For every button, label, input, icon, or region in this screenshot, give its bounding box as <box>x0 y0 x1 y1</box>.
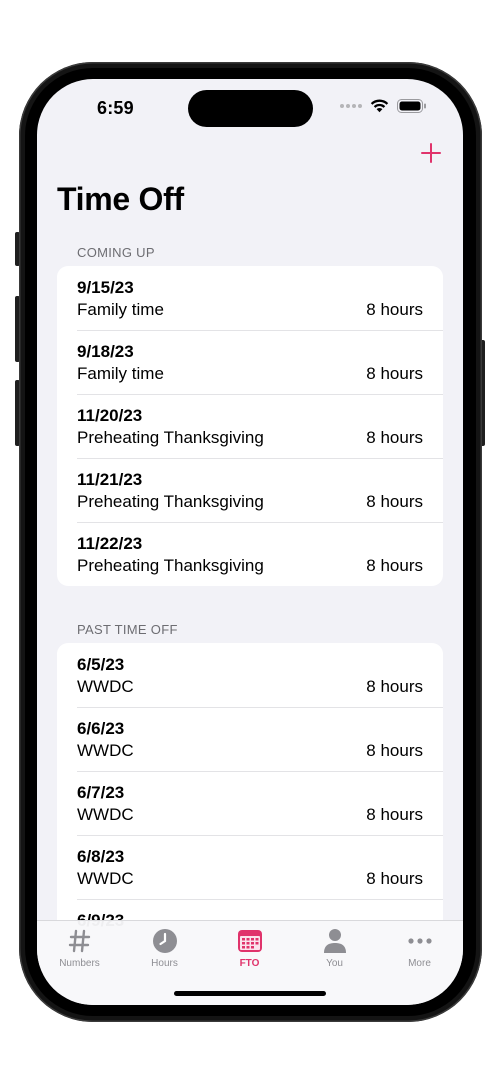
item-date: 11/20/23 <box>77 406 143 425</box>
list-item[interactable]: 11/20/23 Preheating Thanksgiving 8 hours <box>57 394 443 458</box>
item-date: 6/8/23 <box>77 847 125 866</box>
item-hours: 8 hours <box>366 805 423 824</box>
item-description: WWDC <box>77 805 134 824</box>
item-date: 6/7/23 <box>77 783 125 802</box>
item-description: Family time <box>77 300 164 319</box>
calendar-icon <box>237 930 262 952</box>
home-indicator <box>174 991 326 996</box>
item-date: 6/6/23 <box>77 719 125 738</box>
item-description: Preheating Thanksgiving <box>77 428 264 447</box>
dynamic-island <box>188 90 313 127</box>
list-item[interactable]: 6/7/23 WWDC 8 hours <box>57 771 443 835</box>
hash-icon <box>68 929 90 953</box>
battery-icon <box>397 99 426 113</box>
item-date: 11/21/23 <box>77 470 143 489</box>
item-hours: 8 hours <box>366 300 423 319</box>
list-item[interactable]: 6/8/23 WWDC 8 hours <box>57 835 443 899</box>
item-description: WWDC <box>77 741 134 760</box>
section-header-past-time-off: PAST TIME OFF <box>77 622 178 637</box>
tab-numbers[interactable]: Numbers <box>37 927 122 969</box>
tab-label: More <box>408 958 431 969</box>
past-time-off-list: 6/5/23 WWDC 8 hours 6/6/23 WWDC 8 hours … <box>57 643 443 943</box>
list-item[interactable]: 6/6/23 WWDC 8 hours <box>57 707 443 771</box>
plus-icon <box>421 143 441 163</box>
page-title: Time Off <box>57 181 184 217</box>
item-date: 11/22/23 <box>77 534 143 553</box>
list-item[interactable]: 9/18/23 Family time 8 hours <box>57 330 443 394</box>
clock-icon <box>152 929 177 953</box>
tab-more[interactable]: More <box>377 927 462 969</box>
status-icons <box>340 99 427 113</box>
item-hours: 8 hours <box>366 869 423 888</box>
tab-label: Numbers <box>59 958 100 969</box>
list-item[interactable]: 9/15/23 Family time 8 hours <box>57 266 443 330</box>
tab-label: Hours <box>151 958 178 969</box>
tab-bar: Numbers Hours FTO You More <box>37 920 463 1005</box>
item-description: WWDC <box>77 677 134 696</box>
item-hours: 8 hours <box>366 741 423 760</box>
item-description: WWDC <box>77 869 134 888</box>
item-hours: 8 hours <box>366 677 423 696</box>
item-description: Preheating Thanksgiving <box>77 556 264 575</box>
tab-label: You <box>326 958 343 969</box>
item-date: 9/18/23 <box>77 342 134 361</box>
item-hours: 8 hours <box>366 492 423 511</box>
status-time: 6:59 <box>97 98 134 118</box>
item-description: Family time <box>77 364 164 383</box>
wifi-icon <box>370 99 389 113</box>
phone-screen: 6:59 Time Off COMING UP 9/15/23 Family t… <box>37 79 463 1005</box>
item-hours: 8 hours <box>366 428 423 447</box>
coming-up-list: 9/15/23 Family time 8 hours 9/18/23 Fami… <box>57 266 443 586</box>
item-date: 6/5/23 <box>77 655 125 674</box>
item-date: 9/15/23 <box>77 278 134 297</box>
item-hours: 8 hours <box>366 364 423 383</box>
item-hours: 8 hours <box>366 556 423 575</box>
add-time-off-button[interactable] <box>419 141 443 165</box>
person-icon <box>323 929 346 953</box>
tab-fto[interactable]: FTO <box>207 927 292 969</box>
cellular-icon <box>340 104 362 108</box>
list-item[interactable]: 11/21/23 Preheating Thanksgiving 8 hours <box>57 458 443 522</box>
section-header-coming-up: COMING UP <box>77 245 155 260</box>
tab-hours[interactable]: Hours <box>122 927 207 969</box>
tab-you[interactable]: You <box>292 927 377 969</box>
tab-label: FTO <box>239 958 260 969</box>
ellipsis-icon <box>407 938 432 944</box>
list-item[interactable]: 6/5/23 WWDC 8 hours <box>57 643 443 707</box>
list-item[interactable]: 11/22/23 Preheating Thanksgiving 8 hours <box>57 522 443 586</box>
item-description: Preheating Thanksgiving <box>77 492 264 511</box>
